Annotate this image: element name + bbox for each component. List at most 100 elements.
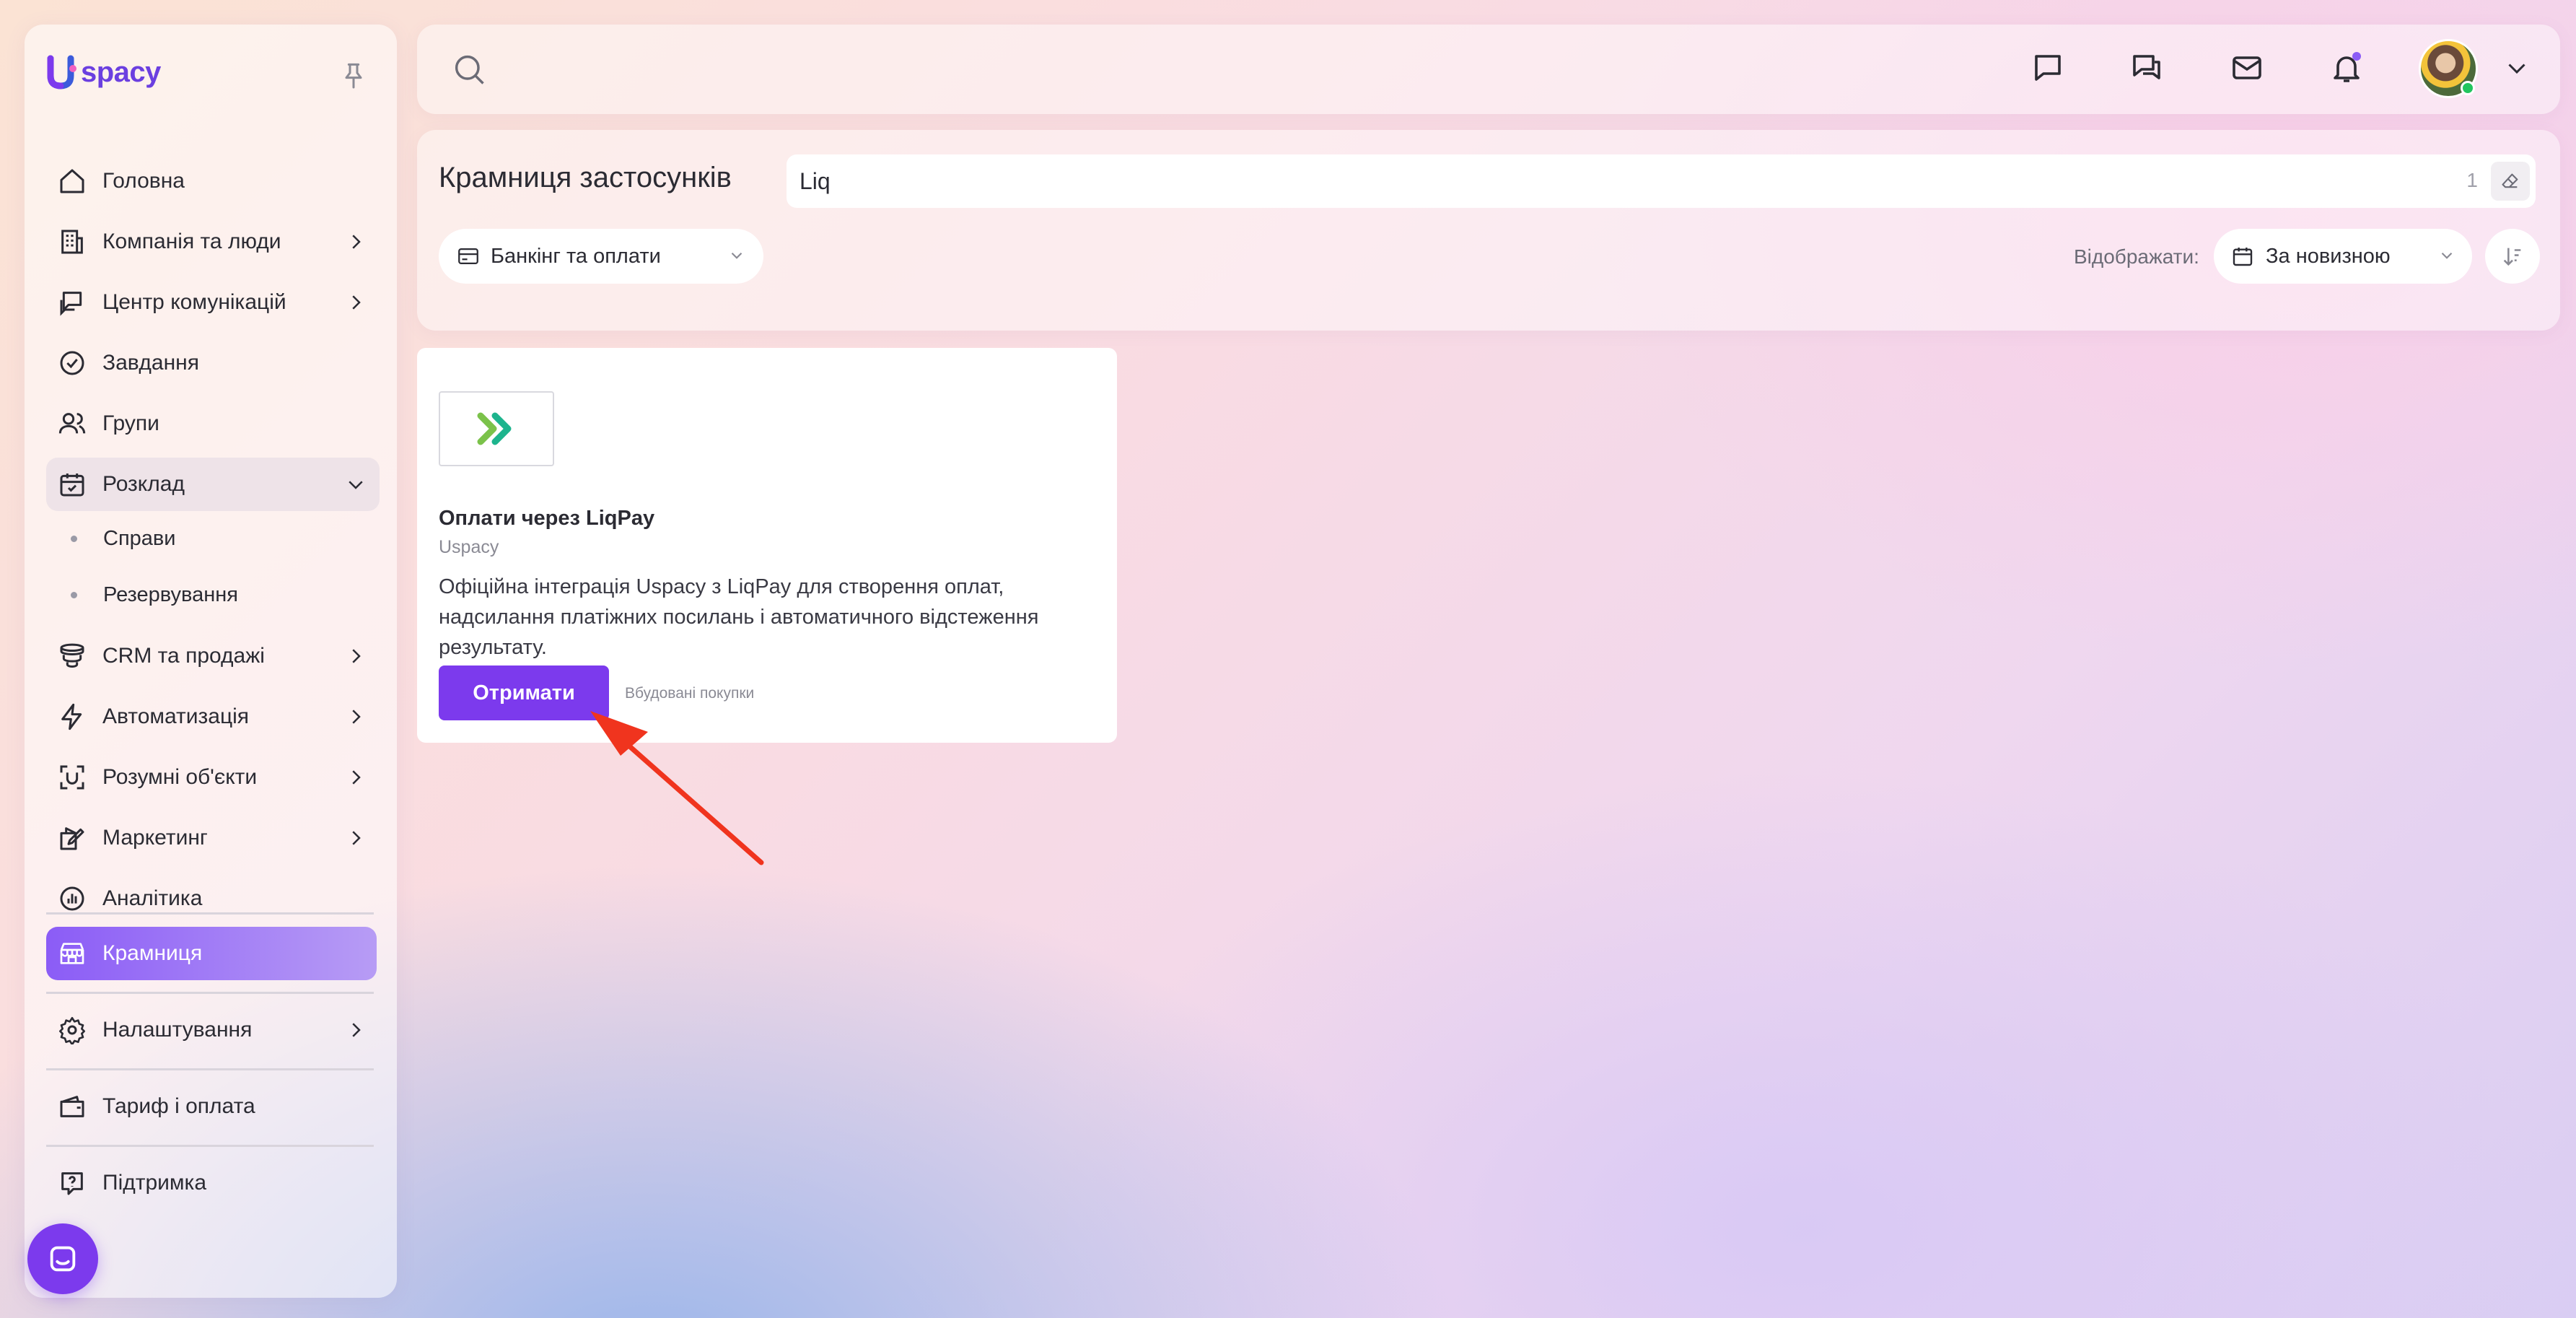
calendar-check-icon bbox=[55, 467, 89, 502]
sidebar-item-smart-objects[interactable]: Розумні об'єкти bbox=[46, 751, 380, 804]
sidebar-item-label: Аналітика bbox=[102, 886, 203, 910]
sidebar-item-label: Тариф і оплата bbox=[102, 1094, 255, 1118]
sidebar-item-store[interactable]: Крамниця bbox=[46, 927, 377, 980]
store-header: Крамниця застосунків 1 Банкінг та оплати… bbox=[417, 130, 2560, 331]
analytics-icon bbox=[55, 881, 89, 916]
sidebar-subitem-label: Справи bbox=[103, 526, 176, 550]
mail-icon[interactable] bbox=[2227, 48, 2267, 88]
sidebar-subitem-label: Резервування bbox=[103, 582, 238, 606]
gear-icon bbox=[55, 1013, 89, 1047]
sidebar-item-schedule[interactable]: Розклад bbox=[46, 458, 380, 511]
sort-label: Відображати: bbox=[2074, 245, 2199, 268]
chevron-right-icon bbox=[345, 1019, 367, 1041]
app-name: Оплати через LiqPay bbox=[439, 507, 655, 530]
app-vendor: Uspacy bbox=[439, 537, 499, 557]
help-icon bbox=[55, 1166, 89, 1200]
chat-widget-button[interactable] bbox=[27, 1223, 98, 1294]
chevron-down-icon[interactable] bbox=[2504, 55, 2530, 81]
sidebar-divider bbox=[46, 1068, 374, 1070]
sidebar-item-automation[interactable]: Автоматизація bbox=[46, 690, 380, 743]
brand-wordmark: spacy bbox=[81, 56, 161, 88]
sidebar-item-home[interactable]: Головна bbox=[46, 154, 380, 208]
app-search[interactable]: 1 bbox=[787, 154, 2536, 208]
in-app-purchases-tag: Вбудовані покупки bbox=[625, 685, 755, 702]
clear-search-button[interactable] bbox=[2491, 162, 2530, 201]
bullet-dot bbox=[71, 591, 77, 598]
sidebar-item-label: Розклад bbox=[102, 472, 185, 496]
chat-widget-icon bbox=[50, 1246, 76, 1272]
sidebar-item-billing[interactable]: Тариф і оплата bbox=[46, 1080, 380, 1133]
chevron-down-icon bbox=[727, 246, 746, 265]
wallet-icon bbox=[55, 1089, 89, 1124]
chevron-right-icon bbox=[345, 231, 367, 253]
chevron-down-icon bbox=[345, 473, 367, 495]
sidebar-item-analytics[interactable]: Аналітика bbox=[46, 872, 380, 925]
search-icon[interactable] bbox=[450, 51, 488, 88]
calendar-icon bbox=[2231, 245, 2254, 268]
sort-direction-button[interactable] bbox=[2485, 229, 2540, 284]
uspacy-logo[interactable]: spacy bbox=[46, 51, 161, 94]
store-icon bbox=[55, 936, 89, 971]
sort-descending-icon bbox=[2503, 248, 2521, 266]
sort-select-value: За новизною bbox=[2266, 244, 2391, 268]
sidebar-item-label: Підтримка bbox=[102, 1171, 207, 1195]
category-select[interactable]: Банкінг та оплати bbox=[439, 229, 763, 284]
sidebar-item-label: Налаштування bbox=[102, 1018, 253, 1042]
sidebar-item-label: Головна bbox=[102, 169, 185, 193]
sidebar-item-label: Завдання bbox=[102, 351, 199, 375]
sidebar-item-groups[interactable]: Групи bbox=[46, 397, 380, 450]
app-card[interactable]: Оплати через LiqPay Uspacy Офіційна інте… bbox=[417, 348, 1117, 743]
sidebar-item-label: Розумні об'єкти bbox=[102, 765, 258, 789]
conversations-icon[interactable] bbox=[2127, 48, 2168, 88]
sidebar-item-label: Автоматизація bbox=[102, 704, 250, 728]
sidebar-item-marketing[interactable]: Маркетинг bbox=[46, 811, 380, 865]
sidebar-item-crm[interactable]: CRM та продажі bbox=[46, 629, 380, 683]
sidebar-subitem-affairs[interactable]: Справи bbox=[46, 515, 380, 562]
lightning-icon bbox=[55, 699, 89, 734]
communication-icon bbox=[55, 285, 89, 320]
chat-icon[interactable] bbox=[2028, 48, 2068, 88]
building-icon bbox=[55, 224, 89, 259]
chevron-right-icon bbox=[345, 767, 367, 788]
get-app-button[interactable]: Отримати bbox=[439, 665, 609, 720]
sidebar-item-support[interactable]: Підтримка bbox=[46, 1156, 380, 1210]
funnel-icon bbox=[55, 639, 89, 673]
chevron-right-icon bbox=[345, 827, 367, 849]
sidebar-item-label: Крамниця bbox=[102, 941, 203, 965]
marketing-icon bbox=[55, 821, 89, 855]
sidebar-item-company[interactable]: Компанія та люди bbox=[46, 215, 380, 269]
sidebar-divider bbox=[46, 912, 374, 915]
sidebar-subitem-reservations[interactable]: Резервування bbox=[46, 572, 380, 618]
liqpay-logo bbox=[439, 391, 554, 466]
page-title: Крамниця застосунків bbox=[439, 162, 732, 193]
sidebar-item-settings[interactable]: Налаштування bbox=[46, 1003, 380, 1057]
pin-icon[interactable] bbox=[339, 61, 368, 92]
sort-select[interactable]: За новизною bbox=[2214, 229, 2472, 284]
top-bar bbox=[417, 25, 2560, 114]
sidebar-item-communications[interactable]: Центр комунікацій bbox=[46, 276, 380, 329]
eraser-icon bbox=[2502, 173, 2518, 188]
check-circle-icon bbox=[55, 346, 89, 380]
chevron-down-icon bbox=[2437, 246, 2456, 265]
smart-object-icon bbox=[55, 760, 89, 795]
sidebar-item-label: Маркетинг bbox=[102, 826, 208, 850]
sidebar: spacy Головна Компанія та люди Центр ком… bbox=[25, 25, 397, 1298]
bell-icon[interactable] bbox=[2326, 48, 2367, 88]
app-description: Офіційна інтеграція Uspacy з LiqPay для … bbox=[439, 575, 1039, 659]
sidebar-item-label: Центр комунікацій bbox=[102, 290, 286, 314]
category-select-value: Банкінг та оплати bbox=[491, 244, 661, 268]
sidebar-divider bbox=[46, 1145, 374, 1147]
sidebar-divider bbox=[46, 992, 374, 994]
sidebar-item-label: CRM та продажі bbox=[102, 644, 265, 668]
sidebar-item-label: Компанія та люди bbox=[102, 230, 281, 253]
chevron-right-icon bbox=[345, 292, 367, 313]
online-status-badge bbox=[2461, 81, 2475, 95]
sidebar-item-tasks[interactable]: Завдання bbox=[46, 336, 380, 390]
chevron-right-icon bbox=[345, 645, 367, 667]
home-icon bbox=[55, 164, 89, 198]
app-search-input[interactable] bbox=[799, 167, 2387, 195]
sidebar-item-label: Групи bbox=[102, 411, 159, 435]
search-result-count: 1 bbox=[2466, 169, 2478, 191]
chevron-right-icon bbox=[345, 706, 367, 728]
users-icon bbox=[55, 406, 89, 441]
